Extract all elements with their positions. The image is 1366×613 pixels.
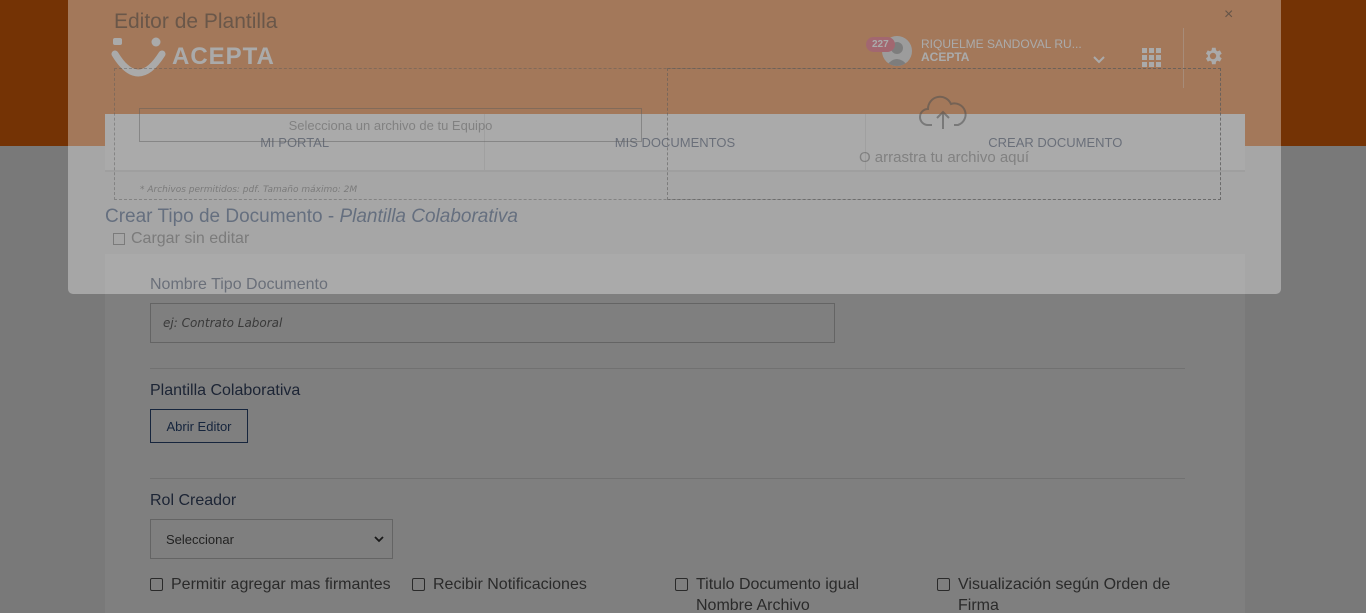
checkbox-load-without-edit[interactable]: Cargar sin editar: [113, 230, 249, 248]
cloud-upload-icon: [919, 95, 967, 129]
file-dropzone[interactable]: O arrastra tu archivo aquí: [667, 68, 1221, 200]
close-icon[interactable]: ×: [1224, 6, 1233, 24]
checkbox-box[interactable]: [113, 233, 125, 245]
dropzone-label: O arrastra tu archivo aquí: [858, 149, 1030, 166]
checkbox-label: Cargar sin editar: [131, 230, 250, 247]
file-select-button[interactable]: Selecciona un archivo de tu Equipo: [139, 108, 642, 142]
template-editor-modal: Editor de Plantilla × Selecciona un arch…: [68, 0, 1281, 294]
file-hint: * Archivos permitidos: pdf. Tamaño máxim…: [140, 185, 358, 195]
modal-title: Editor de Plantilla: [114, 10, 278, 33]
